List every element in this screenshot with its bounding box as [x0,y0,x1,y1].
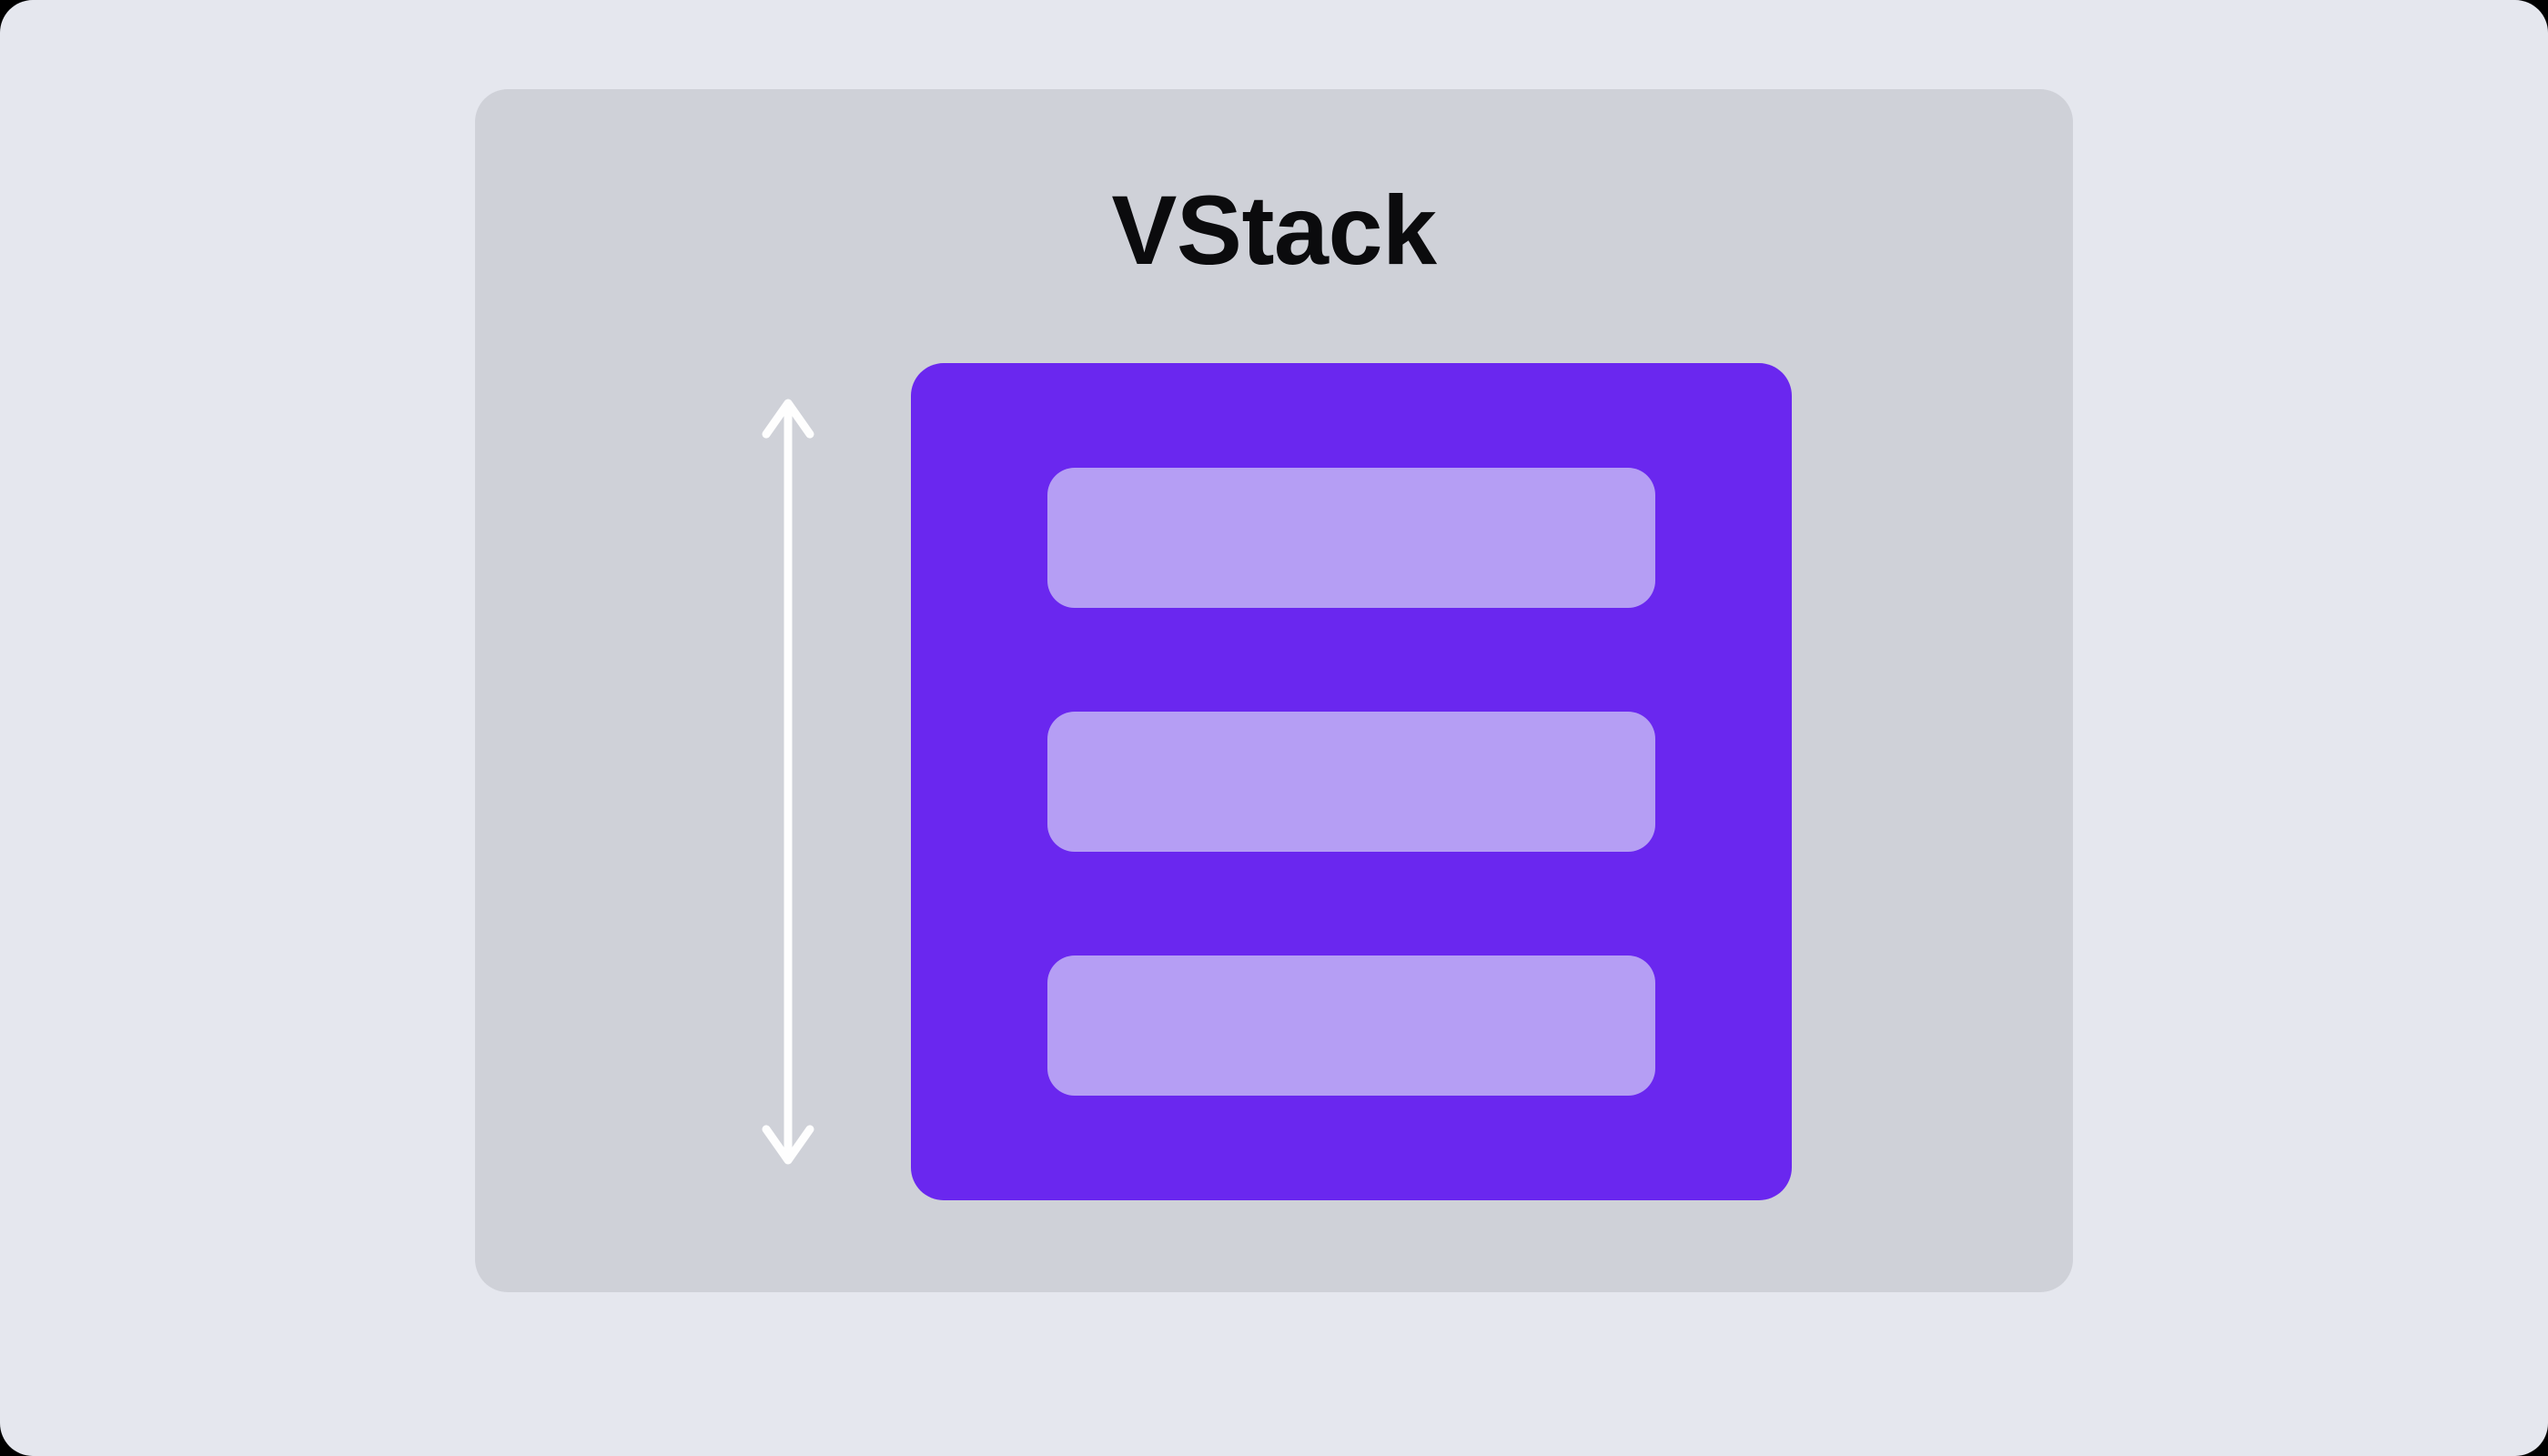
vstack-item [1047,468,1655,608]
diagram-card: VStack [475,89,2073,1292]
vertical-arrow [756,363,820,1200]
vstack-item [1047,956,1655,1096]
double-arrow-icon [756,394,820,1169]
vstack-container [911,363,1792,1200]
vstack-item [1047,712,1655,852]
stack-row [756,363,1792,1200]
diagram-frame: VStack [0,0,2548,1456]
diagram-title: VStack [1111,173,1436,287]
